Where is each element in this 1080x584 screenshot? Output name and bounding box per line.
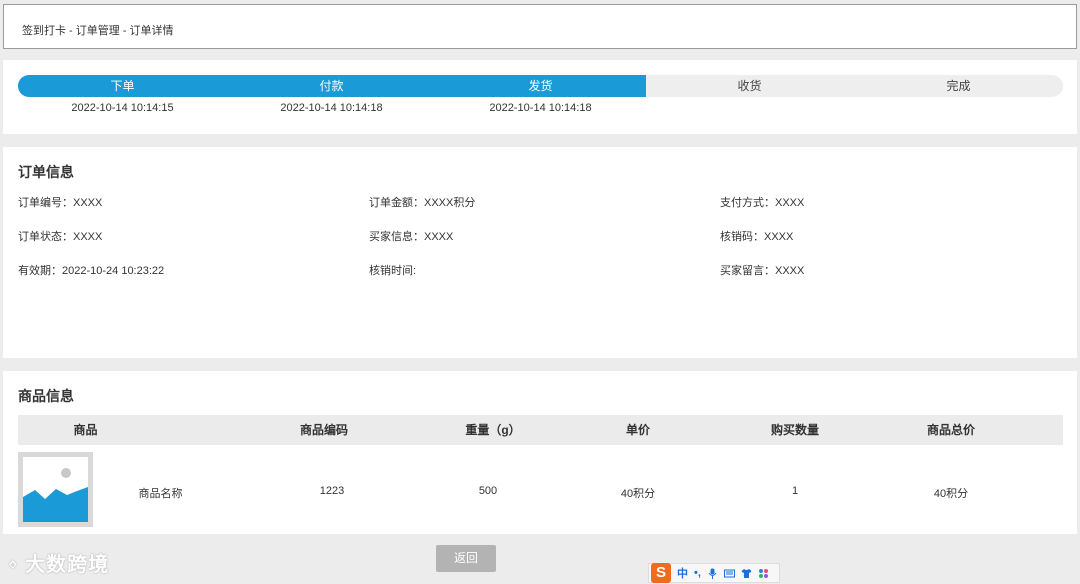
watermark-logo-icon: ᛜ	[8, 558, 19, 575]
step-label-complete: 完成	[946, 79, 971, 93]
sogou-ime-icon[interactable]: S	[651, 563, 671, 583]
back-button[interactable]: 返回	[436, 545, 496, 572]
order-info-title: 订单信息	[18, 164, 74, 180]
goods-info-panel: 商品信息 商品 商品编码 重量（g） 单价 购买数量 商品总价 商品名称 122…	[3, 371, 1077, 534]
product-quantity: 1	[791, 485, 799, 497]
valid-until: 有效期：2022-10-24 10:23:22	[18, 265, 165, 277]
col-head-product: 商品	[73, 423, 98, 437]
step-label-receive: 收货	[737, 79, 762, 93]
verify-code: 核销码：XXXX	[720, 231, 794, 243]
table-row: 商品名称 1223 500 40积分 1 40积分	[18, 452, 1063, 528]
order-status: 订单状态：XXXX	[18, 231, 103, 243]
breadcrumb: 签到打卡 - 订单管理 - 订单详情	[3, 4, 1077, 49]
product-thumbnail	[18, 452, 93, 527]
ime-punct-toggle[interactable]: •,	[694, 567, 701, 579]
col-head-price: 单价	[625, 423, 650, 437]
payment-method: 支付方式：XXXX	[720, 197, 805, 209]
product-code: 1223	[319, 485, 345, 497]
product-price: 40积分	[620, 488, 656, 500]
breadcrumb-text: 签到打卡 - 订单管理 - 订单详情	[22, 25, 174, 37]
product-name: 商品名称	[138, 488, 183, 500]
order-info-panel: 订单信息 订单编号：XXXX 订单金额：XXXX积分 支付方式：XXXX 订单状…	[3, 147, 1077, 358]
step-label-pay: 付款	[319, 79, 344, 93]
buyer-info: 买家信息：XXXX	[369, 231, 454, 243]
goods-info-title: 商品信息	[18, 388, 74, 404]
ime-toolbar[interactable]: S 中 •,	[648, 563, 780, 583]
keyboard-icon[interactable]	[723, 568, 735, 579]
product-total: 40积分	[933, 488, 969, 500]
microphone-icon[interactable]	[707, 568, 718, 579]
verify-time: 核销时间:	[369, 265, 417, 277]
buyer-note: 买家留言：XXXX	[720, 265, 805, 277]
step-time-order: 2022-10-14 10:14:15	[71, 102, 174, 114]
step-time-pay: 2022-10-14 10:14:18	[280, 102, 383, 114]
watermark-text: 大数跨境	[25, 554, 110, 576]
image-placeholder-icon	[23, 457, 88, 522]
product-weight: 500	[478, 485, 498, 497]
col-head-weight: 重量（g）	[465, 423, 521, 437]
goods-table-header: 商品 商品编码 重量（g） 单价 购买数量 商品总价	[18, 415, 1063, 445]
step-time-ship: 2022-10-14 10:14:18	[489, 102, 592, 114]
order-amount: 订单金额：XXXX积分	[369, 197, 476, 209]
grid-icon[interactable]	[758, 568, 769, 579]
shirt-icon[interactable]	[741, 568, 752, 579]
order-progress-panel: 下单 付款 发货 收货 完成 2022-10-14 10:14:15 2022-…	[3, 60, 1077, 134]
step-label-ship: 发货	[528, 79, 553, 93]
progress-bar: 下单 付款 发货 收货 完成	[18, 75, 1063, 97]
col-head-code: 商品编码	[299, 423, 348, 437]
col-head-quantity: 购买数量	[770, 423, 819, 437]
col-head-total: 商品总价	[926, 423, 975, 437]
order-number: 订单编号：XXXX	[18, 197, 103, 209]
ime-mode-toggle[interactable]: 中	[677, 565, 688, 581]
step-label-order: 下单	[110, 79, 135, 93]
watermark: ᛜ 大数跨境	[8, 548, 109, 577]
